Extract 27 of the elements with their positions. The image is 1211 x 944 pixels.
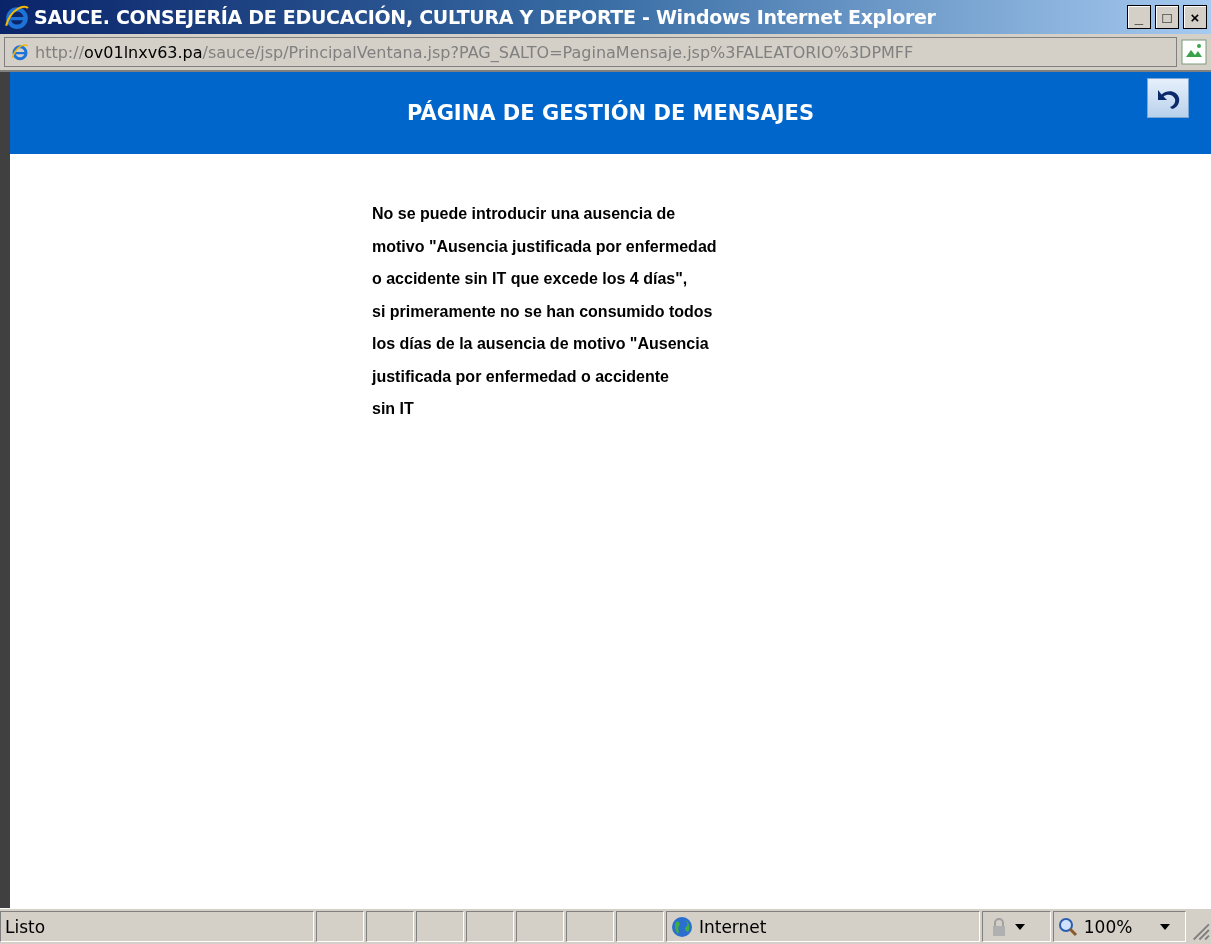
status-text: Listo: [0, 911, 314, 942]
minimize-button[interactable]: _: [1127, 5, 1151, 29]
status-pane: [515, 911, 564, 942]
caret-icon: [1160, 923, 1171, 930]
zoom-button[interactable]: 100%: [1052, 911, 1187, 942]
status-pane: [615, 911, 664, 942]
browser-icon: [11, 43, 29, 61]
zone-text: Internet: [698, 916, 767, 937]
window-title: SAUCE. CONSEJERÍA DE EDUCACIÓN, CULTURA Y DEPORTE - Windows Internet Explorer: [34, 6, 937, 28]
caret-icon: [1014, 923, 1025, 930]
magnifier-icon: [1057, 916, 1078, 937]
back-button[interactable]: [1147, 78, 1189, 118]
maximize-button[interactable]: □: [1155, 5, 1179, 29]
error-message: No se puede introducir una ausencia de motivo "Ausencia justificada por enfermedad o accidente sin IT que excede los 4 días", si primeramente no se han consumido todos los días de la ausencia de motivo "Ausencia justificada por enfermedad o accidente sin IT: [372, 204, 718, 419]
globe-icon: [670, 915, 693, 938]
address-field[interactable]: http://ov01lnxv63.pa/sauce/jsp/PrincipalVentana.jsp?PAG_SALTO=PaginaMensaje.jsp%3FALEATORIO%3DPMFF: [4, 37, 1177, 67]
browser-icon: [4, 4, 30, 30]
status-pane: [365, 911, 414, 942]
status-pane: [465, 911, 514, 942]
status-pane: [315, 911, 364, 942]
status-pane: [565, 911, 614, 942]
close-button[interactable]: ×: [1183, 5, 1207, 29]
zoom-text: 100%: [1083, 916, 1133, 937]
status-pane: [415, 911, 464, 942]
picture-icon[interactable]: [1181, 39, 1207, 65]
page-title: PÁGINA DE GESTIÓN DE MENSAJES: [406, 101, 815, 125]
security-button[interactable]: [981, 911, 1051, 942]
